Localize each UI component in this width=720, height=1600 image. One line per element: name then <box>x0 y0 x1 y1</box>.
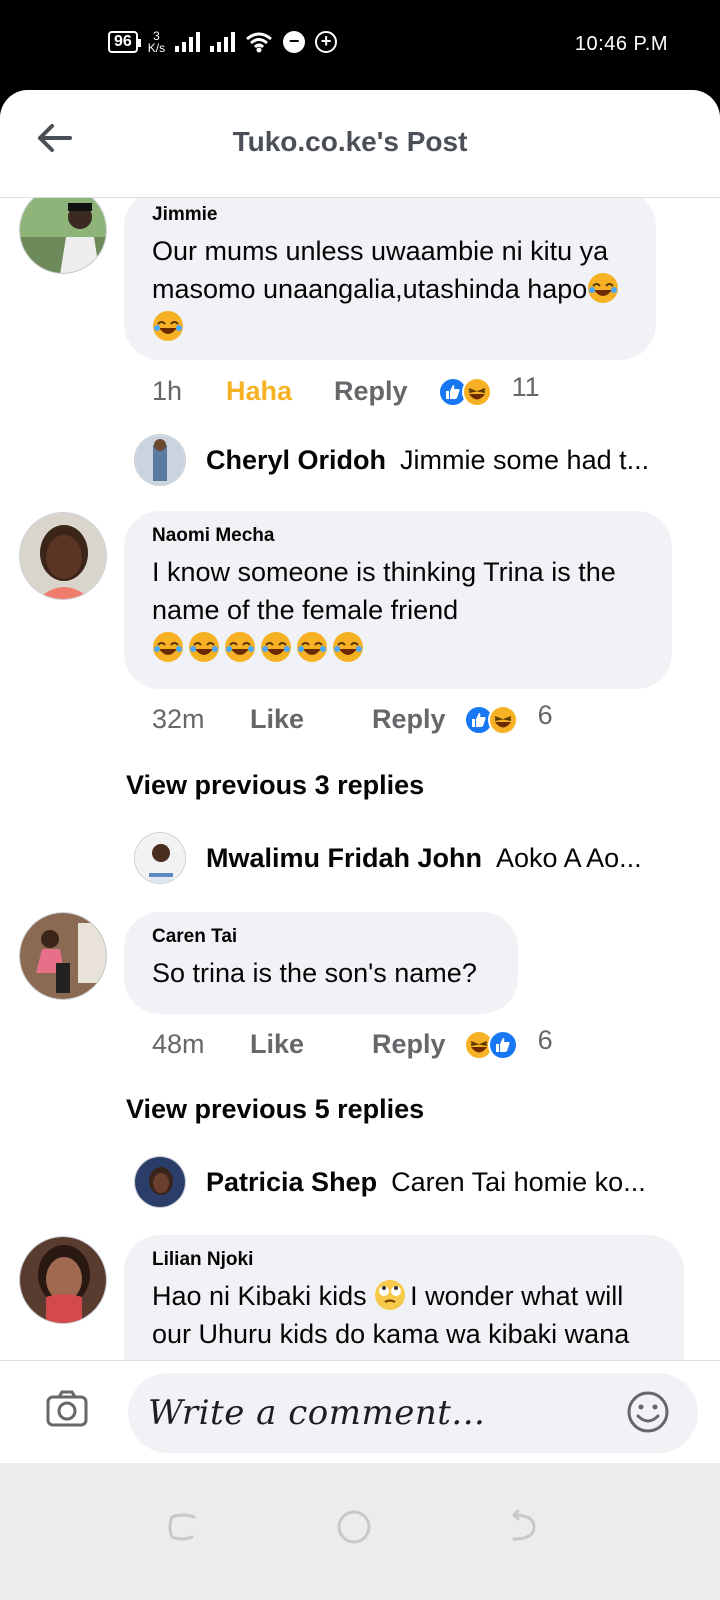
signal-2-icon <box>210 32 236 52</box>
post-sheet: Jimmie Our mums unless uwaambie ni kitu … <box>0 90 720 1463</box>
reply-author[interactable]: Patricia Shep <box>206 1167 377 1198</box>
reaction-count: 6 <box>537 1025 553 1055</box>
avatar-lilian-njoki[interactable] <box>19 1236 107 1324</box>
reaction-summary[interactable]: 6 <box>463 700 553 735</box>
laughing-emoji-icon <box>333 632 363 662</box>
comment-input-placeholder: Write a comment... <box>148 1393 486 1433</box>
reply-author[interactable]: Mwalimu Fridah John <box>206 843 482 874</box>
comment-actions: 32m Like Reply 6 <box>152 700 553 735</box>
laughing-emoji-icon <box>261 632 291 662</box>
reaction-button[interactable]: Haha <box>226 376 292 407</box>
haha-reaction-icon <box>461 376 492 407</box>
avatar-cheryl-oridoh[interactable] <box>134 434 186 486</box>
page-title: Tuko.co.ke's Post <box>232 126 468 157</box>
laughing-emoji-icon <box>588 273 619 303</box>
reaction-summary[interactable]: 11 <box>437 372 540 407</box>
reaction-count: 6 <box>537 700 553 730</box>
system-navigation-bar <box>0 1463 720 1600</box>
reply-preview[interactable]: Cheryl Oridoh Jimmie some had t... <box>134 434 674 486</box>
avatar-patricia-shep[interactable] <box>134 1156 186 1208</box>
battery-indicator: 96 <box>108 31 141 53</box>
comment-text: Hao ni Kibaki kids I wonder what will ou… <box>152 1280 630 1349</box>
haha-reaction-icon <box>487 704 518 735</box>
app-header: Tuko.co.ke's Post <box>0 90 720 198</box>
data-saver-icon: + <box>315 31 338 53</box>
reaction-summary[interactable]: 6 <box>463 1025 553 1060</box>
comment-text: Our mums unless uwaambie ni kitu ya maso… <box>152 232 628 346</box>
status-bar: 96 3 K/s − + 10:46 P.M <box>0 0 720 90</box>
network-speed-unit: K/s <box>147 41 166 55</box>
avatar-jimmie[interactable] <box>19 186 107 274</box>
reply-button[interactable]: Reply <box>334 376 408 407</box>
reply-preview[interactable]: Mwalimu Fridah John Aoko A Ao... <box>134 832 674 884</box>
rolling-eyes-emoji-icon <box>375 1280 406 1310</box>
do-not-disturb-icon: − <box>283 31 306 53</box>
laughing-emoji-icon <box>153 632 183 662</box>
reply-button[interactable]: Reply <box>372 1029 446 1060</box>
view-previous-replies-link[interactable]: View previous 5 replies <box>126 1094 424 1125</box>
reply-preview[interactable]: Patricia Shep Caren Tai homie ko... <box>134 1156 674 1208</box>
comment-time: 32m <box>152 704 205 734</box>
comment-author[interactable]: Lilian Njoki <box>152 1249 656 1271</box>
comment-bubble-naomi-mecha[interactable]: Naomi Mecha I know someone is thinking T… <box>124 511 672 689</box>
like-reaction-icon <box>487 1029 518 1060</box>
camera-icon[interactable] <box>46 1389 88 1429</box>
recent-apps-icon[interactable] <box>164 1509 200 1545</box>
laughing-emoji-icon <box>153 311 183 341</box>
reaction-count: 11 <box>511 372 540 402</box>
comment-actions: 48m Like Reply 6 <box>152 1025 553 1060</box>
comment-composer: Write a comment... <box>0 1360 720 1463</box>
smiley-icon[interactable] <box>626 1390 670 1434</box>
comment-text: So trina is the son's name? <box>152 958 477 988</box>
avatar-naomi-mecha[interactable] <box>19 512 107 600</box>
comment-text: I know someone is thinking Trina is the … <box>152 553 644 667</box>
status-icons: 96 3 K/s − + <box>108 30 338 54</box>
back-nav-icon[interactable] <box>504 1509 540 1545</box>
comment-actions: 1h Haha Reply 11 <box>152 372 540 407</box>
reply-text: Jimmie some had t... <box>400 444 650 475</box>
clock: 10:46 P.M <box>574 33 668 55</box>
comment-author[interactable]: Jimmie <box>152 204 628 226</box>
comment-input[interactable]: Write a comment... <box>128 1373 698 1453</box>
network-speed: 3 K/s <box>148 30 165 54</box>
home-icon[interactable] <box>336 1509 372 1545</box>
avatar-mwalimu-fridah-john[interactable] <box>134 832 186 884</box>
comment-time: 48m <box>152 1029 205 1059</box>
laughing-emoji-icon <box>225 632 255 662</box>
reply-text: Caren Tai homie ko... <box>391 1166 646 1197</box>
laughing-emoji-icon <box>189 632 219 662</box>
comment-author[interactable]: Naomi Mecha <box>152 525 644 547</box>
reply-button[interactable]: Reply <box>372 704 446 735</box>
like-button[interactable]: Like <box>250 704 304 735</box>
like-button[interactable]: Like <box>250 1029 304 1060</box>
comment-bubble-jimmie[interactable]: Jimmie Our mums unless uwaambie ni kitu … <box>124 190 656 360</box>
comment-author[interactable]: Caren Tai <box>152 926 490 948</box>
reply-text: Aoko A Ao... <box>496 842 642 873</box>
signal-1-icon <box>175 32 201 52</box>
comment-bubble-caren-tai[interactable]: Caren Tai So trina is the son's name? <box>124 912 518 1014</box>
laughing-emoji-icon <box>297 632 327 662</box>
reply-author[interactable]: Cheryl Oridoh <box>206 445 386 476</box>
wifi-icon <box>246 32 273 53</box>
comment-time: 1h <box>152 376 183 406</box>
view-previous-replies-link[interactable]: View previous 3 replies <box>126 770 424 801</box>
comments-list[interactable]: Jimmie Our mums unless uwaambie ni kitu … <box>0 90 720 1463</box>
avatar-caren-tai[interactable] <box>19 912 107 1000</box>
